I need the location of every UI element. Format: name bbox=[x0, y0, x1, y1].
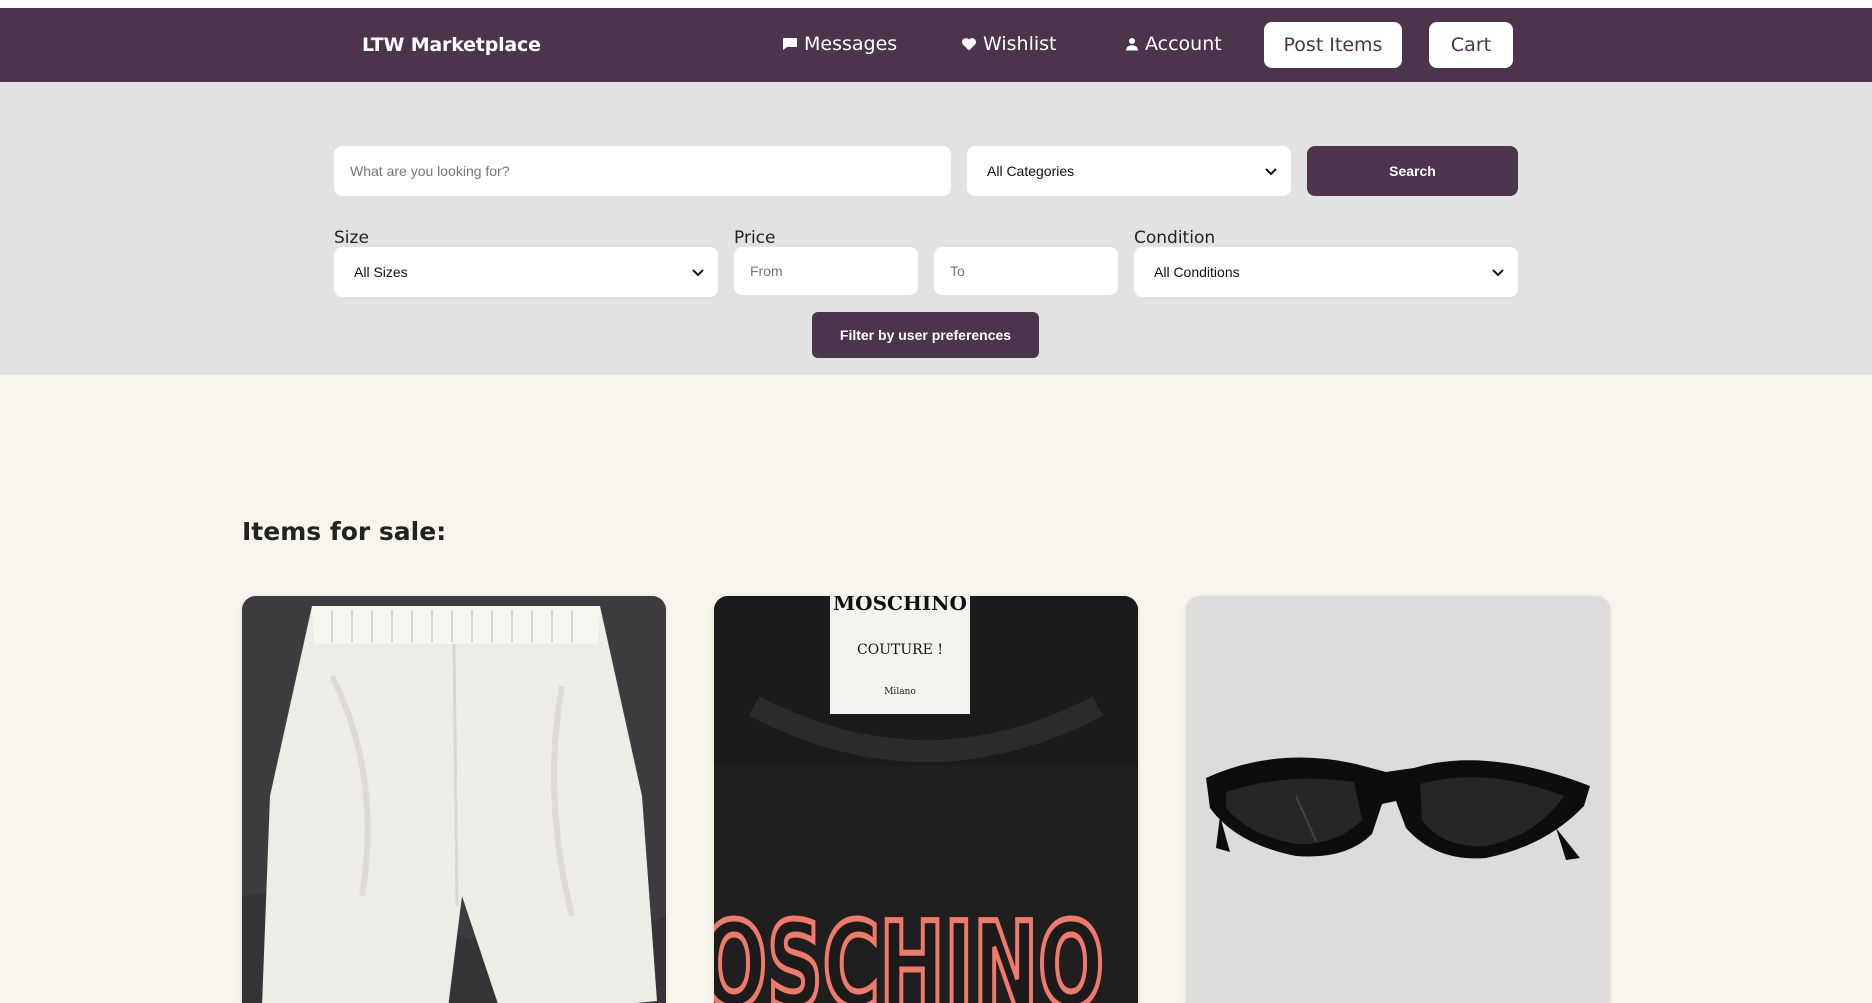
price-to-input[interactable]: To bbox=[934, 247, 1118, 295]
chevron-down-icon bbox=[692, 264, 704, 280]
item-card[interactable]: MOSCHINO COUTURE ! Milano MOSCHINO bbox=[714, 596, 1138, 1003]
size-label: Size bbox=[334, 228, 369, 248]
nav-account-label: Account bbox=[1145, 33, 1222, 55]
heart-icon bbox=[961, 36, 977, 52]
nav-messages-label: Messages bbox=[804, 33, 898, 55]
black-sunglasses-photo bbox=[1186, 596, 1610, 1003]
tshirt-label-city: Milano bbox=[884, 687, 916, 697]
condition-select-value: All Conditions bbox=[1154, 264, 1240, 280]
condition-select[interactable]: All Conditions bbox=[1134, 247, 1518, 297]
search-button[interactable]: Search bbox=[1307, 146, 1518, 196]
chevron-down-icon bbox=[1492, 264, 1504, 280]
size-select[interactable]: All Sizes bbox=[334, 247, 718, 297]
category-select[interactable]: All Categories bbox=[967, 146, 1291, 196]
condition-label: Condition bbox=[1134, 228, 1216, 248]
chevron-down-icon bbox=[1265, 163, 1277, 179]
nav-messages-link[interactable]: Messages bbox=[782, 33, 897, 55]
search-input[interactable]: What are you looking for? bbox=[334, 146, 951, 196]
top-strip bbox=[0, 0, 1872, 8]
item-card[interactable] bbox=[1186, 596, 1610, 1003]
chat-icon bbox=[782, 36, 798, 52]
price-from-input[interactable]: From bbox=[734, 247, 918, 295]
post-items-button[interactable]: Post Items bbox=[1264, 22, 1402, 68]
brand-logo[interactable]: LTW Marketplace bbox=[362, 34, 541, 56]
tshirt-label-line: COUTURE ! bbox=[857, 642, 943, 658]
navbar: LTW Marketplace Messages Wishlist Accoun… bbox=[0, 8, 1872, 82]
filter-preferences-button[interactable]: Filter by user preferences bbox=[812, 312, 1039, 358]
tshirt-print-text: MOSCHINO bbox=[714, 896, 1104, 1003]
size-select-value: All Sizes bbox=[354, 264, 408, 280]
item-card[interactable] bbox=[242, 596, 666, 1003]
filter-panel: What are you looking for? All Categories… bbox=[0, 82, 1872, 375]
white-shorts-photo bbox=[242, 596, 666, 1003]
items-section-title: Items for sale: bbox=[242, 517, 447, 546]
nav-account-link[interactable]: Account bbox=[1125, 33, 1222, 55]
category-select-value: All Categories bbox=[987, 163, 1075, 179]
cart-button[interactable]: Cart bbox=[1429, 22, 1513, 68]
nav-wishlist-label: Wishlist bbox=[983, 33, 1057, 55]
nav-wishlist-link[interactable]: Wishlist bbox=[961, 33, 1057, 55]
user-icon bbox=[1125, 37, 1139, 51]
price-label: Price bbox=[734, 228, 776, 248]
moschino-tshirt-photo: MOSCHINO COUTURE ! Milano MOSCHINO bbox=[714, 596, 1138, 1003]
tshirt-label-brand: MOSCHINO bbox=[833, 596, 967, 615]
